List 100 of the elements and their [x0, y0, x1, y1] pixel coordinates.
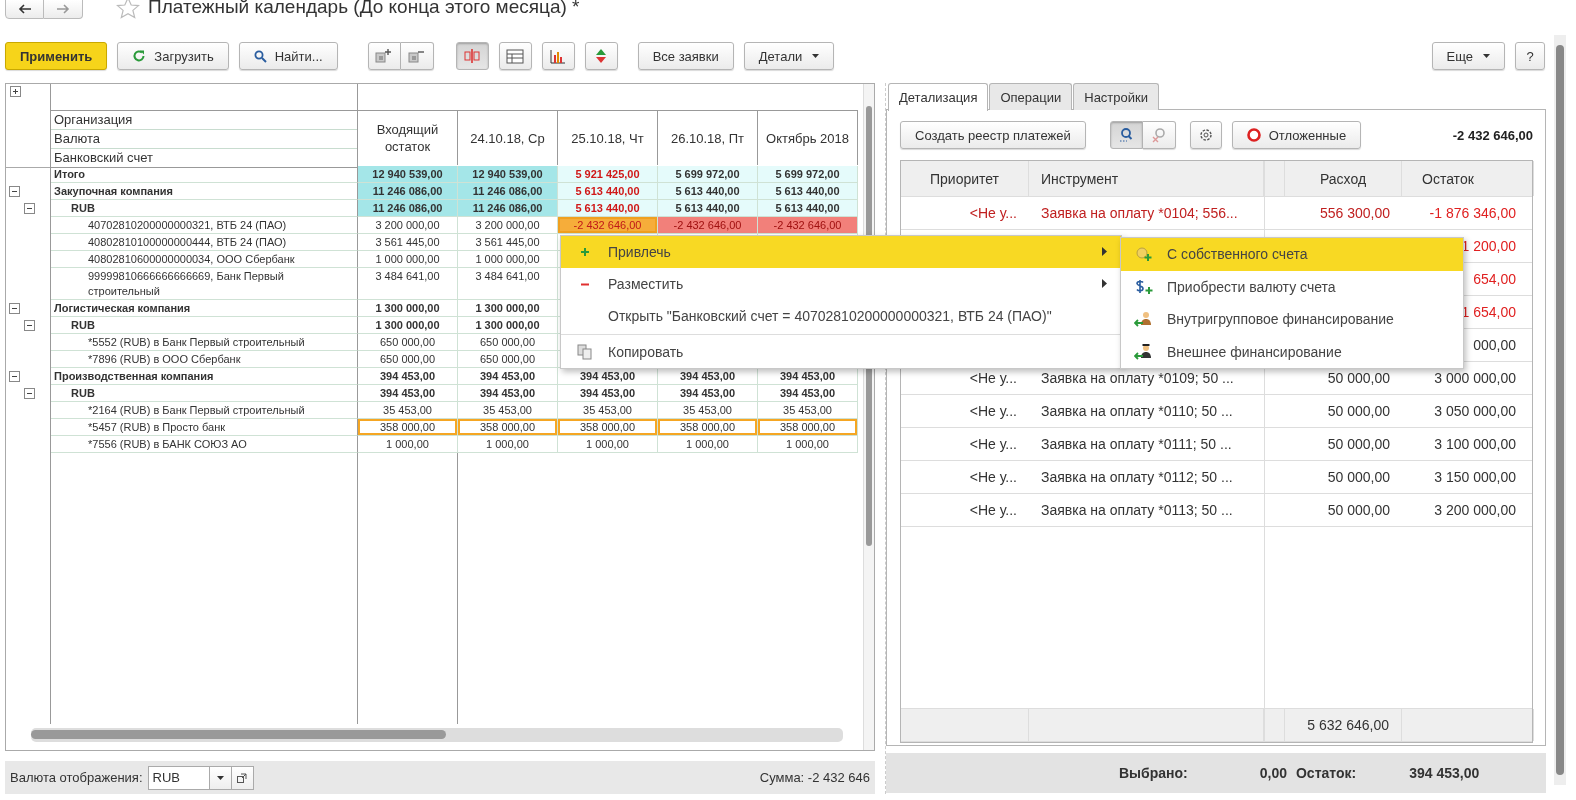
table-cell: 394 453,00	[358, 385, 458, 402]
column-header[interactable]: 26.10.18, Пт	[658, 110, 758, 165]
expand-icon[interactable]	[10, 86, 21, 97]
row-label: Закупочная компания	[54, 184, 173, 199]
circle-icon	[1246, 128, 1261, 142]
sort-button[interactable]	[584, 42, 618, 70]
menu-item[interactable]: Разместить	[561, 268, 1121, 300]
table-cell: 3 484 641,00	[358, 268, 458, 300]
apply-button[interactable]: Применить	[5, 42, 108, 70]
row-label: RUB	[70, 386, 95, 401]
collapse-icon[interactable]	[24, 388, 35, 399]
table-cell: 5 613 440,00	[558, 183, 658, 200]
menu-item[interactable]: Внешнее финансирование	[1121, 335, 1463, 368]
group-plus-icon	[375, 48, 394, 64]
collapse-icon[interactable]	[9, 186, 20, 197]
row-label: *5457 (RUB) в Просто банк	[87, 420, 226, 435]
horizontal-scrollbar[interactable]	[31, 728, 843, 742]
table-cell: <Не у...	[969, 469, 1017, 485]
settings-button[interactable]	[1189, 121, 1222, 149]
menu-item[interactable]: Приобрести валюту счета	[1121, 270, 1463, 303]
menu-item[interactable]: Копировать	[561, 336, 1121, 368]
table-cell: 358 000,00	[458, 419, 558, 436]
tab[interactable]: Детализация	[888, 83, 989, 111]
balance-label: Остаток:	[1296, 765, 1357, 781]
tab[interactable]: Настройки	[1073, 83, 1159, 110]
column-header[interactable]: Октябрь 2018	[758, 110, 858, 165]
menu-item[interactable]: Внутригрупповое финансирование	[1121, 303, 1463, 336]
coins-plus-icon	[1135, 246, 1153, 263]
dropdown-button[interactable]	[209, 765, 232, 790]
table-view-button[interactable]	[498, 42, 532, 70]
split-view-button[interactable]	[455, 42, 489, 70]
open-window-icon	[237, 772, 247, 783]
column-header[interactable]: 24.10.18, Ср	[458, 110, 558, 165]
collapse-icon[interactable]	[9, 303, 20, 314]
copy-icon	[576, 344, 593, 360]
star-icon[interactable]	[116, 0, 140, 19]
table-cell: 50 000,00	[1327, 436, 1390, 452]
back-button[interactable]	[5, 0, 44, 19]
table-cell: 11 246 086,00	[458, 200, 558, 217]
menu-item[interactable]: Открыть "Банковский счет = 40702810200000000321, ВТБ 24 (ПАО)"	[561, 300, 1121, 332]
all-requests-button[interactable]: Все заявки	[637, 42, 734, 70]
footer-total: 5 632 646,00	[1307, 717, 1389, 733]
table-cell: 556 300,00	[1319, 205, 1390, 221]
column-header[interactable]: Остаток	[1422, 170, 1474, 187]
table-cell: 1 300 000,00	[358, 300, 458, 317]
column-header[interactable]: Расход	[1319, 170, 1367, 187]
menu-item[interactable]: С собственного счета	[1121, 238, 1463, 271]
table-cell: 650 000,00	[358, 351, 458, 368]
search-clear-icon	[1150, 127, 1167, 143]
row-label: 40802810100000000444, ВТБ 24 (ПАО)	[87, 235, 287, 250]
table-cell: Заявка на оплату *0110; 50 ...	[1041, 403, 1233, 419]
tab[interactable]: Операции	[989, 83, 1073, 110]
table-cell: 5 699 972,00	[758, 166, 858, 183]
more-button[interactable]: Еще	[1431, 42, 1505, 70]
column-header[interactable]: Входящий остаток	[358, 110, 458, 165]
postponed-button[interactable]: Отложенные	[1231, 121, 1362, 149]
sum-label: Сумма: -2 432 646	[759, 770, 870, 785]
table-cell: 1 300 000,00	[458, 300, 558, 317]
search-icon	[253, 49, 267, 63]
load-button[interactable]: Загрузить	[117, 42, 229, 70]
submenu-arrow-icon	[1102, 279, 1107, 288]
minus-icon	[579, 282, 590, 286]
collapse-icon[interactable]	[9, 371, 20, 382]
menu-item[interactable]: Привлечь	[561, 236, 1121, 268]
plus-icon	[579, 247, 590, 257]
table-cell: 11 246 086,00	[458, 183, 558, 200]
submenu-arrow-icon	[1102, 247, 1107, 256]
row-label: *2164 (RUB) в Банк Первый строительный	[87, 403, 305, 418]
caret-icon	[812, 54, 820, 58]
refresh-icon	[132, 49, 147, 63]
table-cell: 35 453,00	[558, 402, 658, 419]
table-cell: 1 300 000,00	[458, 317, 558, 334]
table-cell: 11 246 086,00	[358, 200, 458, 217]
table-cell: 50 000,00	[1327, 403, 1390, 419]
find-button[interactable]: Найти...	[238, 42, 338, 70]
bar-chart-icon	[550, 48, 567, 64]
row-label: *5552 (RUB) в Банк Первый строительный	[87, 335, 305, 350]
column-header[interactable]: Приоритет	[929, 170, 1000, 187]
column-header[interactable]: 25.10.18, Чт	[558, 110, 658, 165]
page-scrollbar[interactable]	[1554, 35, 1566, 785]
create-registry-button[interactable]: Создать реестр платежей	[900, 121, 1086, 149]
collapse-group-button[interactable]	[400, 42, 434, 70]
collapse-icon[interactable]	[24, 320, 35, 331]
search-button[interactable]	[1109, 121, 1143, 149]
row-label: Производственная компания	[54, 369, 214, 384]
chart-button[interactable]	[541, 42, 575, 70]
open-button[interactable]	[231, 765, 254, 790]
help-button[interactable]: ?	[1515, 42, 1545, 70]
expand-group-button[interactable]	[367, 42, 401, 70]
table-cell: 650 000,00	[458, 351, 558, 368]
details-button[interactable]: Детали	[743, 42, 835, 70]
column-header[interactable]: Инструмент	[1041, 170, 1119, 187]
table-cell: 35 453,00	[458, 402, 558, 419]
row-label: RUB	[70, 318, 95, 333]
table-cell: 5 613 440,00	[758, 200, 858, 217]
collapse-icon[interactable]	[24, 203, 35, 214]
currency-field[interactable]: RUB	[147, 765, 210, 790]
dollar-plus-icon	[1134, 278, 1154, 295]
table-cell: 3 484 641,00	[458, 268, 558, 300]
person-arrow-icon	[1134, 310, 1154, 329]
